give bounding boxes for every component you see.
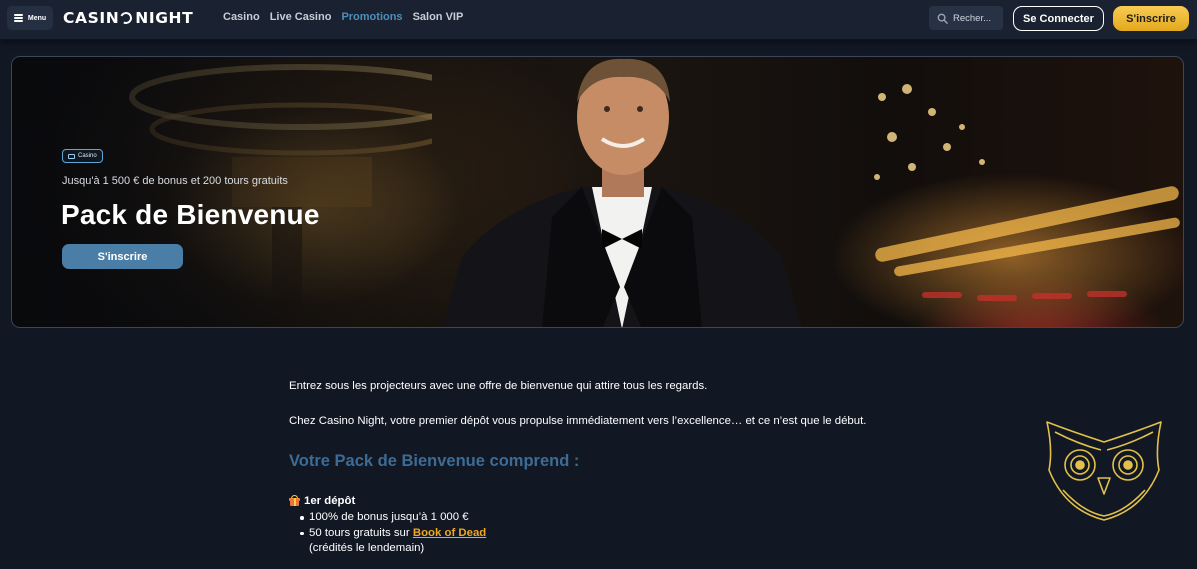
search-box[interactable] bbox=[929, 6, 1003, 30]
bullet-free-spins-text: 50 tours gratuits sur bbox=[309, 526, 410, 539]
logo-text-left: CASIN bbox=[63, 9, 120, 27]
hero-signup-button[interactable]: S'inscrire bbox=[62, 244, 183, 269]
top-header: Menu CASIN NIGHT Casino Live Casino Prom… bbox=[0, 0, 1197, 40]
book-of-dead-link[interactable]: Book of Dead bbox=[413, 527, 486, 539]
logo-text-right: NIGHT bbox=[135, 9, 194, 27]
casino-night-logo[interactable]: CASIN NIGHT bbox=[63, 9, 193, 27]
menu-icon bbox=[13, 14, 23, 22]
casino-icon bbox=[68, 153, 75, 159]
menu-button[interactable]: Menu bbox=[7, 6, 53, 30]
city-lights-background bbox=[874, 84, 1180, 301]
intro-paragraph-1: Entrez sous les projecteurs avec une off… bbox=[289, 380, 708, 392]
main-nav: Casino Live Casino Promotions Salon VIP bbox=[223, 11, 473, 23]
deposit-title: 1er dépôt bbox=[304, 495, 356, 507]
search-icon bbox=[937, 13, 948, 24]
owl-logo bbox=[1046, 421, 1162, 521]
gift-icon bbox=[289, 495, 300, 506]
badge-label: Casino bbox=[78, 153, 97, 159]
section-title: Votre Pack de Bienvenue comprend : bbox=[289, 452, 580, 470]
nav-promotions[interactable]: Promotions bbox=[341, 11, 402, 23]
crescent-moon-icon bbox=[118, 10, 134, 26]
intro-paragraph-2: Chez Casino Night, votre premier dépôt v… bbox=[289, 415, 867, 427]
bullet-note: (crédités le lendemain) bbox=[309, 542, 425, 554]
menu-label: Menu bbox=[27, 14, 47, 22]
hero-title: Pack de Bienvenue bbox=[61, 199, 320, 230]
signup-button[interactable]: S'inscrire bbox=[1113, 6, 1189, 31]
host-photo bbox=[442, 58, 802, 327]
nav-salon-vip[interactable]: Salon VIP bbox=[413, 11, 464, 23]
hero-subtitle: Jusqu'à 1 500 € de bonus et 200 tours gr… bbox=[62, 175, 288, 187]
search-input[interactable] bbox=[953, 12, 997, 24]
bullet-free-spins: 50 tours gratuits sur Book of Dead bbox=[300, 526, 486, 542]
category-badge: Casino bbox=[62, 149, 103, 163]
deposit-bullet-list: 100% de bonus jusqu’à 1 000 € 50 tours g… bbox=[300, 510, 486, 557]
deposit-heading: 1er dépôt bbox=[289, 495, 355, 507]
bullet-bonus: 100% de bonus jusqu’à 1 000 € bbox=[300, 510, 486, 526]
nav-live-casino[interactable]: Live Casino bbox=[270, 11, 332, 23]
nav-casino[interactable]: Casino bbox=[223, 11, 260, 23]
hero-banner: Casino Jusqu'à 1 500 € de bonus et 200 t… bbox=[11, 56, 1184, 328]
login-button[interactable]: Se Connecter bbox=[1013, 6, 1104, 31]
